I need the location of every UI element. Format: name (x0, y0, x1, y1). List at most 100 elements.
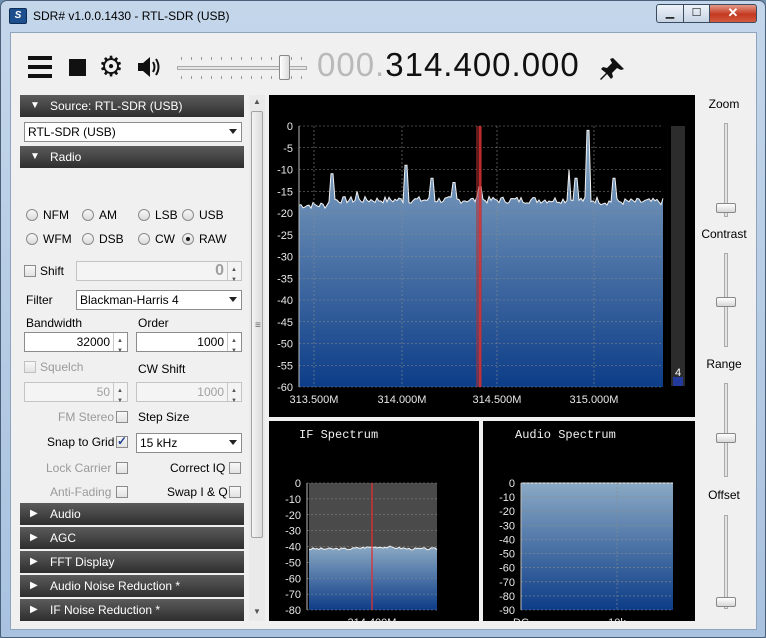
section-header-audio-noise-reduction[interactable]: ▶ Audio Noise Reduction * (20, 575, 244, 597)
lock-carrier-checkbox[interactable] (116, 462, 128, 474)
section-header-fft-display[interactable]: ▶ FFT Display (20, 551, 244, 573)
cw-shift-spinner[interactable] (227, 382, 241, 410)
mode-radio-raw[interactable]: RAW (182, 231, 227, 247)
squelch-checkbox[interactable] (24, 361, 36, 373)
source-section-label: Source: RTL-SDR (USB) (50, 99, 183, 113)
y-tick-label: -70 (499, 577, 515, 589)
source-section-header[interactable]: ▼ Source: RTL-SDR (USB) (20, 95, 244, 117)
radio-dot[interactable] (182, 233, 194, 245)
volume-tick (291, 57, 292, 60)
zoom-slider[interactable] (716, 123, 736, 217)
section-label: AGC (50, 531, 77, 545)
y-tick-label: -40 (277, 295, 293, 307)
volume-tick (211, 76, 212, 79)
squelch-input[interactable]: 50 (24, 382, 128, 410)
main-spectrum-panel[interactable]: 0 -5 -10 -15 -20 -25 -30 -35 -40 -45 -50 -55 -60 313.… (269, 95, 695, 417)
signal-meter (671, 126, 685, 386)
title-bar[interactable]: S SDR# v1.0.0.1430 - RTL-SDR (USB) ▁ ☐ ✕ (1, 1, 765, 31)
radio-dot[interactable] (82, 233, 94, 245)
swap-iq-checkbox[interactable] (229, 486, 241, 498)
splitter-grip-icon[interactable]: ≡ (255, 320, 261, 331)
anti-fading-checkbox[interactable] (116, 486, 128, 498)
snap-to-grid-checkbox[interactable] (116, 434, 128, 448)
source-device-select[interactable]: RTL-SDR (USB) (24, 122, 242, 142)
order-spinner[interactable] (227, 332, 241, 360)
section-header-audio[interactable]: ▶ Audio (20, 503, 244, 525)
collapsed-triangle-icon: ▶ (30, 556, 38, 567)
mode-radio-dsb[interactable]: DSB (82, 231, 124, 247)
filter-select[interactable]: Blackman-Harris 4 (76, 290, 242, 310)
y-tick-label: 0 (287, 121, 293, 133)
mode-radio-am[interactable]: AM (82, 207, 117, 223)
radio-dot[interactable] (138, 233, 150, 245)
squelch-spinner[interactable] (113, 382, 127, 410)
volume-tick (261, 57, 262, 60)
order-input[interactable]: 1000 (136, 332, 242, 360)
radio-dot[interactable] (182, 209, 194, 221)
volume-tick (191, 57, 192, 60)
step-size-select[interactable]: 15 kHz (136, 433, 242, 453)
volume-slider-thumb[interactable] (279, 55, 290, 80)
radio-section-header[interactable]: ▼ Radio (20, 146, 244, 168)
bandwidth-input[interactable]: 32000 (24, 332, 128, 360)
app-icon: S (9, 8, 27, 24)
mode-radio-usb[interactable]: USB (182, 207, 224, 223)
speaker-icon[interactable] (135, 53, 163, 81)
minimize-button[interactable]: ▁ (656, 4, 684, 23)
spectrum-fill (521, 483, 673, 610)
y-tick-label: -50 (499, 549, 515, 561)
volume-tick (241, 76, 242, 79)
settings-scrollbar[interactable]: ▲ ▼ (249, 95, 265, 621)
volume-tick (251, 76, 252, 79)
offset-slider[interactable] (716, 515, 736, 609)
frequency-display[interactable]: 000.314.400.000 (317, 46, 580, 84)
y-tick-label: -60 (277, 382, 293, 394)
toolbar: ⚙ 000.314.400.000 (11, 33, 758, 95)
bandwidth-spinner[interactable] (113, 332, 127, 360)
mode-radio-nfm[interactable]: NFM (26, 207, 69, 223)
shift-spinner[interactable] (227, 261, 241, 289)
audio-spectrum-panel[interactable]: Audio Spectrum 0 -10 -20 -30 -40 -50 -60 -70 -80… (483, 421, 695, 629)
radio-dot[interactable] (26, 233, 38, 245)
collapsed-triangle-icon: ▶ (30, 532, 38, 543)
scroll-up-arrow-icon[interactable]: ▲ (253, 97, 261, 106)
zoom-slider-thumb[interactable] (716, 203, 736, 213)
if-spectrum-panel[interactable]: IF Spectrum 0 -10 -20 -30 -40 -50 -60 -70 -80 314… (269, 421, 479, 629)
window-title: SDR# v1.0.0.1430 - RTL-SDR (USB) (33, 9, 230, 23)
contrast-slider-thumb[interactable] (716, 297, 736, 307)
correct-iq-checkbox[interactable] (229, 462, 241, 474)
mode-radio-lsb[interactable]: LSB (138, 207, 178, 223)
mode-radio-wfm[interactable]: WFM (26, 231, 72, 247)
stop-icon[interactable] (67, 53, 87, 81)
cw-shift-input[interactable]: 1000 (136, 382, 242, 410)
gear-icon[interactable]: ⚙ (97, 53, 125, 81)
mode-label: AM (99, 208, 117, 222)
range-slider[interactable] (716, 383, 736, 477)
range-slider-thumb[interactable] (716, 433, 736, 443)
bandwidth-value: 32000 (76, 335, 110, 349)
frequency-leading-digits[interactable]: 000. (317, 46, 385, 83)
contrast-slider[interactable] (716, 253, 736, 347)
radio-dot[interactable] (138, 209, 150, 221)
mode-radio-cw[interactable]: CW (138, 231, 175, 247)
hamburger-icon[interactable] (27, 53, 53, 81)
offset-label: Offset (708, 488, 740, 502)
radio-dot[interactable] (26, 209, 38, 221)
squelch-label: Squelch (40, 360, 84, 374)
close-button[interactable]: ✕ (709, 4, 757, 23)
expanded-triangle-icon: ▼ (30, 151, 40, 162)
maximize-button[interactable]: ☐ (683, 4, 710, 23)
shift-checkbox[interactable] (24, 265, 36, 277)
filter-value: Blackman-Harris 4 (80, 293, 179, 307)
volume-tick (231, 76, 232, 79)
pin-icon[interactable] (599, 55, 627, 83)
offset-slider-thumb[interactable] (716, 597, 736, 607)
radio-dot[interactable] (82, 209, 94, 221)
scroll-down-arrow-icon[interactable]: ▼ (253, 607, 261, 616)
y-tick-label: 0 (295, 478, 301, 490)
shift-input[interactable]: 0 (76, 261, 242, 289)
section-header-if-noise-reduction[interactable]: ▶ IF Noise Reduction * (20, 599, 244, 621)
section-header-agc[interactable]: ▶ AGC (20, 527, 244, 549)
fm-stereo-checkbox[interactable] (116, 411, 128, 423)
frequency-digits[interactable]: 314.400.000 (385, 46, 580, 83)
